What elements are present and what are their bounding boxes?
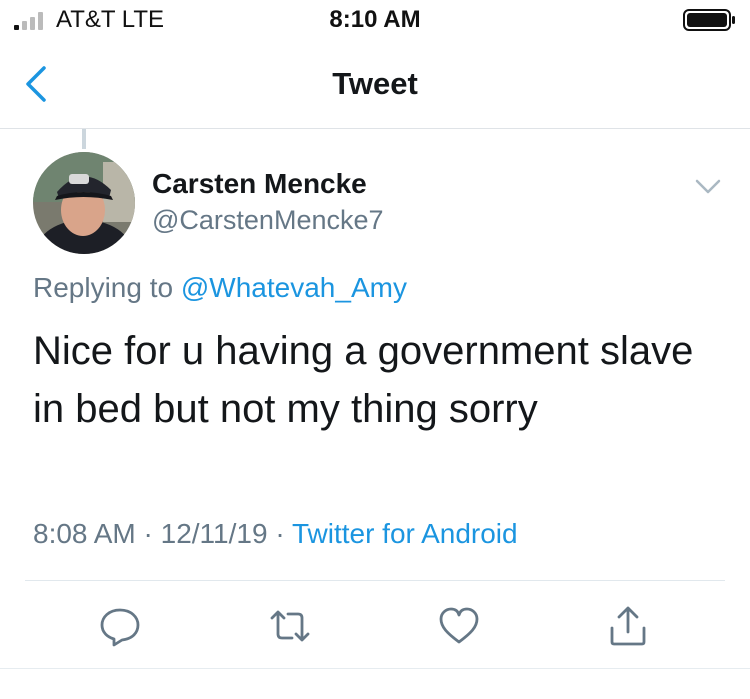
tweet-date: 12/11/19 — [160, 518, 268, 549]
share-icon[interactable] — [606, 604, 650, 648]
author-handle[interactable]: @CarstenMencke7 — [152, 205, 384, 236]
divider — [25, 580, 725, 581]
chevron-down-icon[interactable] — [694, 175, 722, 197]
page-title: Tweet — [332, 66, 418, 101]
tweet-text: Nice for u having a government slave in … — [33, 329, 694, 431]
avatar[interactable] — [33, 152, 135, 254]
replying-to-handle-link[interactable]: @Whatevah_Amy — [181, 272, 407, 303]
status-bar: AT&T LTE 8:10 AM — [0, 0, 750, 40]
replying-prefix: Replying to — [33, 272, 174, 303]
tweet-time: 8:08 AM — [33, 518, 136, 549]
separator-dot: · — [275, 518, 285, 549]
divider — [0, 668, 750, 669]
nav-bar: Tweet — [0, 40, 750, 129]
reply-icon[interactable] — [98, 604, 142, 648]
avatar-photo — [33, 152, 135, 254]
replying-to-line: Replying to @Whatevah_Amy — [33, 272, 407, 304]
tweet-metadata: 8:08 AM · 12/11/19 · Twitter for Android — [33, 518, 518, 550]
author-name[interactable]: Carsten Mencke — [152, 168, 367, 200]
battery-icon — [683, 9, 735, 31]
retweet-icon[interactable] — [268, 604, 312, 648]
thread-connector-line — [82, 129, 86, 149]
tweet-source-link[interactable]: Twitter for Android — [292, 518, 518, 549]
status-time: 8:10 AM — [329, 6, 421, 33]
like-icon[interactable] — [437, 604, 481, 648]
separator-dot: · — [143, 518, 153, 549]
